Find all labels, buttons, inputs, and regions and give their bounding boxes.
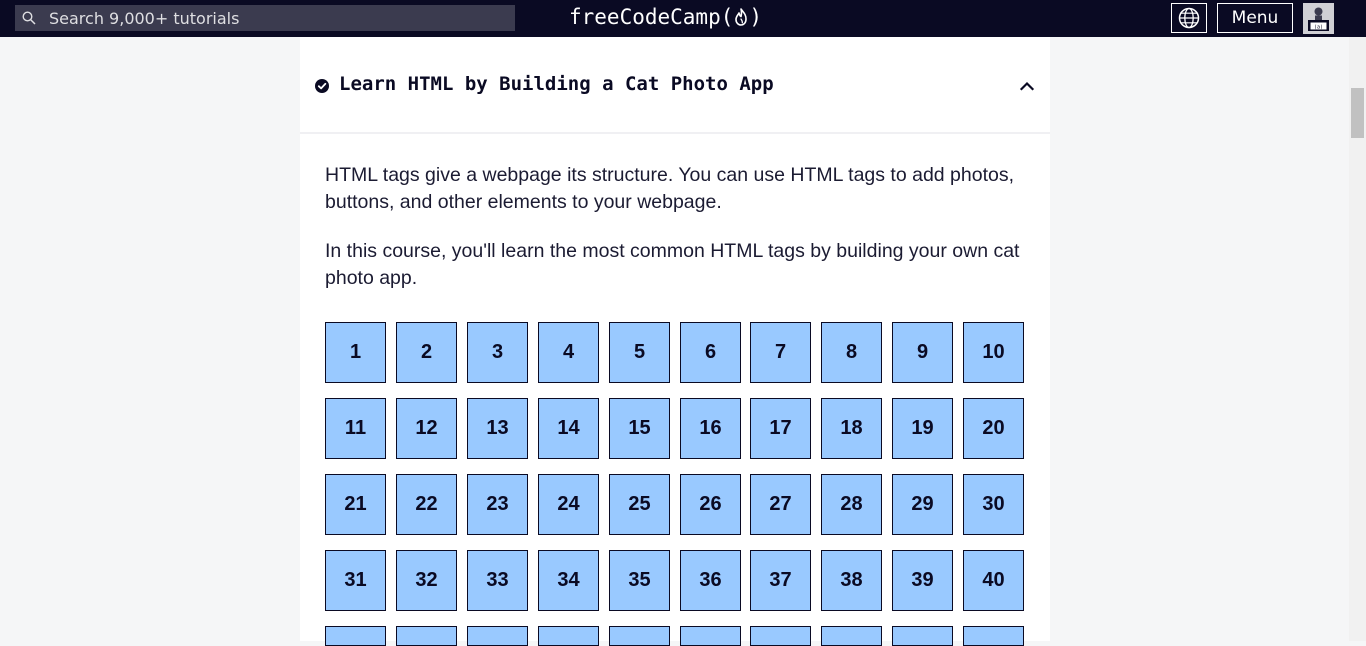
step-button[interactable]: 33: [467, 550, 528, 611]
search-icon: [22, 11, 36, 25]
step-button[interactable]: 27: [750, 474, 811, 535]
search-box[interactable]: [15, 5, 515, 31]
step-button[interactable]: 1: [325, 322, 386, 383]
logo-text-suffix: ): [749, 5, 763, 29]
step-button[interactable]: 20: [963, 398, 1024, 459]
step-button[interactable]: 40: [963, 550, 1024, 611]
step-button[interactable]: 5: [609, 322, 670, 383]
step-button-partial[interactable]: [750, 626, 811, 646]
scrollbar-thumb[interactable]: [1351, 88, 1364, 138]
step-button-partial[interactable]: [325, 626, 386, 646]
step-button[interactable]: 12: [396, 398, 457, 459]
step-button[interactable]: 21: [325, 474, 386, 535]
step-button[interactable]: 32: [396, 550, 457, 611]
flame-icon: [735, 8, 748, 26]
step-button[interactable]: 2: [396, 322, 457, 383]
step-button[interactable]: 17: [750, 398, 811, 459]
globe-icon: [1178, 7, 1200, 29]
step-button[interactable]: 38: [821, 550, 882, 611]
step-button[interactable]: 31: [325, 550, 386, 611]
step-button-partial[interactable]: [538, 626, 599, 646]
step-button-partial[interactable]: [467, 626, 528, 646]
step-button[interactable]: 19: [892, 398, 953, 459]
step-button[interactable]: 36: [680, 550, 741, 611]
step-button[interactable]: 10: [963, 322, 1024, 383]
top-navbar: freeCodeCamp( ) Menu (a): [0, 0, 1366, 37]
block-title: Learn HTML by Building a Cat Photo App: [339, 73, 774, 95]
step-button[interactable]: 39: [892, 550, 953, 611]
step-button[interactable]: 26: [680, 474, 741, 535]
step-button[interactable]: 30: [963, 474, 1024, 535]
step-button[interactable]: 24: [538, 474, 599, 535]
menu-button[interactable]: Menu: [1217, 3, 1293, 33]
step-button[interactable]: 29: [892, 474, 953, 535]
step-button[interactable]: 4: [538, 322, 599, 383]
step-button[interactable]: 18: [821, 398, 882, 459]
step-button[interactable]: 6: [680, 322, 741, 383]
block-description: HTML tags give a webpage its structure. …: [325, 164, 1015, 213]
svg-text:(a): (a): [1314, 25, 1323, 31]
step-button-partial[interactable]: [821, 626, 882, 646]
freecodecamp-logo[interactable]: freeCodeCamp( ): [569, 2, 762, 32]
step-button[interactable]: 11: [325, 398, 386, 459]
step-button[interactable]: 9: [892, 322, 953, 383]
step-button-partial[interactable]: [680, 626, 741, 646]
avatar-image: (a): [1303, 3, 1334, 34]
step-button-partial[interactable]: [892, 626, 953, 646]
step-button[interactable]: 23: [467, 474, 528, 535]
step-button-partial[interactable]: [396, 626, 457, 646]
step-button[interactable]: 37: [750, 550, 811, 611]
search-input[interactable]: [49, 5, 509, 31]
logo-text-prefix: freeCodeCamp(: [569, 5, 734, 29]
step-button[interactable]: 28: [821, 474, 882, 535]
step-button[interactable]: 3: [467, 322, 528, 383]
block-description: In this course, you'll learn the most co…: [325, 240, 1020, 289]
language-button[interactable]: [1171, 3, 1207, 33]
step-button-partial[interactable]: [963, 626, 1024, 646]
check-circle-icon: [315, 79, 329, 93]
step-button[interactable]: 35: [609, 550, 670, 611]
step-button[interactable]: 14: [538, 398, 599, 459]
step-button[interactable]: 8: [821, 322, 882, 383]
block-header[interactable]: Learn HTML by Building a Cat Photo App: [300, 37, 1050, 134]
step-button[interactable]: 7: [750, 322, 811, 383]
step-button[interactable]: 22: [396, 474, 457, 535]
step-button-partial[interactable]: [609, 626, 670, 646]
user-avatar[interactable]: (a): [1303, 3, 1334, 34]
step-button[interactable]: 34: [538, 550, 599, 611]
superblock-panel: Learn HTML by Building a Cat Photo App H…: [300, 37, 1050, 646]
step-button[interactable]: 13: [467, 398, 528, 459]
step-button[interactable]: 15: [609, 398, 670, 459]
chevron-up-icon[interactable]: [1019, 78, 1035, 94]
step-button[interactable]: 25: [609, 474, 670, 535]
step-button[interactable]: 16: [680, 398, 741, 459]
